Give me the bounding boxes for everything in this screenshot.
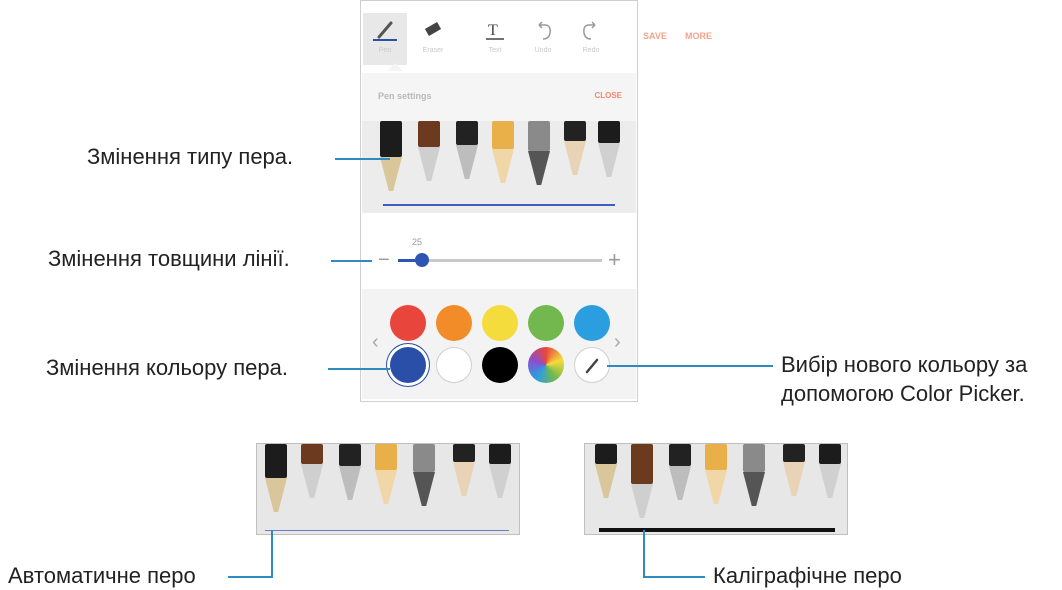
save-button[interactable]: SAVE <box>643 31 667 41</box>
more-button[interactable]: MORE <box>685 31 712 41</box>
undo-icon <box>521 19 565 41</box>
swatch-red[interactable] <box>390 305 426 341</box>
callout-pen-color: Змінення кольору пера. <box>46 355 288 380</box>
tool-text[interactable]: T Text <box>473 13 517 65</box>
close-button[interactable]: CLOSE <box>594 91 622 100</box>
pen-type-selector[interactable] <box>362 121 636 213</box>
text-icon: T <box>473 19 517 41</box>
callout-pen-type: Змінення типу пера. <box>87 144 294 169</box>
tool-redo-label: Redo <box>582 47 600 54</box>
tool-eraser-label: Eraser <box>422 47 444 54</box>
thickness-slider-area: 25 − + <box>362 229 636 289</box>
eyedropper-button[interactable] <box>574 347 610 383</box>
swatch-white[interactable] <box>436 347 472 383</box>
callout-line-thickness: Змінення товщини лінії. <box>48 246 290 271</box>
pen-preview-line <box>383 204 615 206</box>
popup-caret <box>387 63 403 71</box>
swatch-orange[interactable] <box>436 305 472 341</box>
swatch-black[interactable] <box>482 347 518 383</box>
calligraphy-pen-strip <box>584 443 848 535</box>
callout-auto-pen: Автоматичне перо <box>8 563 196 588</box>
leader-calligraphy-horizontal <box>643 576 705 578</box>
tool-undo[interactable]: Undo <box>521 13 565 65</box>
leader-pen-type <box>335 158 390 160</box>
redo-icon <box>569 19 613 41</box>
leader-pen-color <box>328 368 390 370</box>
tool-pen-label: Pen <box>378 47 392 54</box>
thickness-value: 25 <box>412 237 423 247</box>
tool-eraser[interactable]: Eraser <box>411 13 455 65</box>
eyedropper-icon <box>585 358 599 374</box>
leader-color-picker <box>607 365 773 367</box>
pen-settings-title: Pen settings <box>378 91 432 101</box>
swatch-blue[interactable] <box>574 305 610 341</box>
callout-color-picker-line2: допомогою Color Picker. <box>781 381 1025 406</box>
drawing-toolbar: Pen Eraser T Text Undo Redo SAVE MORE <box>363 13 724 65</box>
thickness-thumb[interactable] <box>415 253 429 267</box>
pen-settings-panel: Pen Eraser T Text Undo Redo SAVE MORE Pe… <box>360 0 712 402</box>
color-palette: ‹ › <box>362 289 636 399</box>
svg-text:T: T <box>488 22 498 39</box>
pen-underline <box>373 39 397 41</box>
leader-auto-pen-vertical <box>271 530 273 578</box>
swatch-yellow[interactable] <box>482 305 518 341</box>
tool-text-label: Text <box>488 47 502 54</box>
chevron-left-icon[interactable]: ‹ <box>372 331 379 354</box>
swatch-dark-blue-selected[interactable] <box>390 347 426 383</box>
minus-icon[interactable]: − <box>378 249 390 272</box>
callout-color-picker-line1: Вибір нового кольору за <box>781 352 1028 377</box>
tool-redo[interactable]: Redo <box>569 13 613 65</box>
leader-line-thickness <box>331 260 372 262</box>
swatch-green[interactable] <box>528 305 564 341</box>
leader-auto-pen-horizontal <box>228 576 273 578</box>
color-wheel-icon[interactable] <box>528 347 564 383</box>
tool-pen[interactable]: Pen <box>363 13 407 65</box>
pen-preview-line <box>265 530 509 531</box>
pen-settings-header: Pen settings CLOSE <box>362 73 636 121</box>
pen-preview-line <box>599 528 835 532</box>
eraser-icon <box>411 19 455 41</box>
brush-icon <box>363 19 407 41</box>
auto-pen-strip <box>256 443 520 535</box>
callout-calligraphy-pen: Каліграфічне перо <box>713 563 902 588</box>
plus-icon[interactable]: + <box>608 247 621 273</box>
tool-undo-label: Undo <box>534 47 552 54</box>
chevron-right-icon[interactable]: › <box>614 331 621 354</box>
leader-calligraphy-vertical <box>643 530 645 578</box>
